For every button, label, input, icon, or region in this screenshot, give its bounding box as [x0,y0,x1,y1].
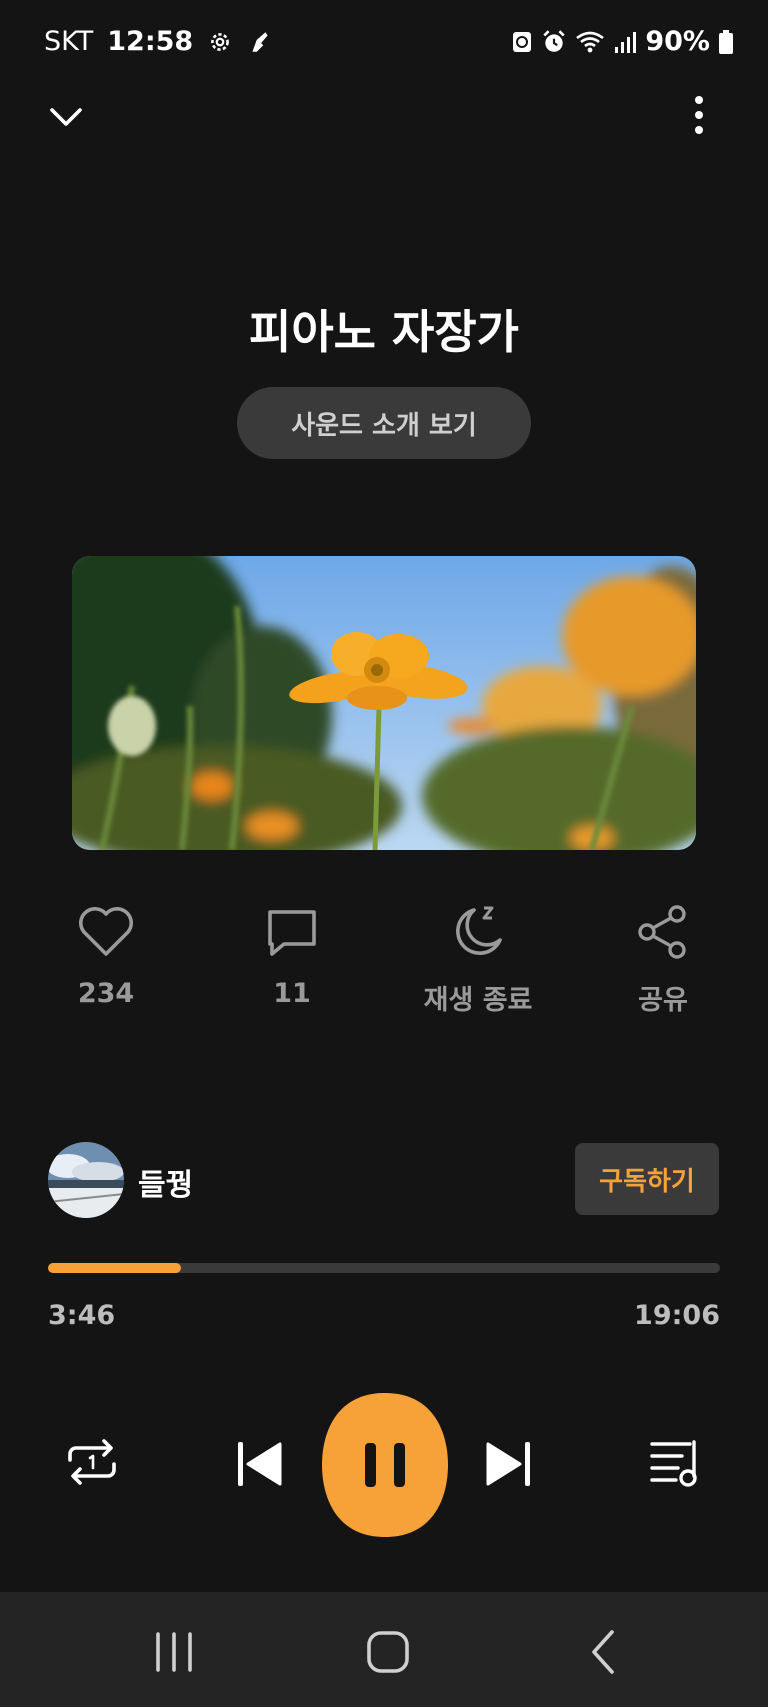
moon-sleep-icon [446,900,510,964]
next-track-icon[interactable] [484,1438,534,1490]
cover-artwork [72,556,696,850]
back-icon[interactable] [574,1622,634,1682]
alarm-icon [541,29,567,55]
subscribe-button[interactable]: 구독하기 [575,1143,719,1215]
status-bar: SKT 12:58 90% [0,0,768,90]
carrier-label: SKT [44,26,94,57]
battery-icon [718,29,734,55]
progress-fill [48,1263,182,1273]
creator-name[interactable]: 들꿩 [138,1160,193,1204]
signal-icon [613,29,637,55]
recent-apps-icon[interactable] [144,1622,204,1682]
playlist-icon[interactable] [648,1436,704,1492]
wifi-icon [575,29,605,55]
sleep-timer-button[interactable]: 재생 종료 [398,900,558,1017]
sleep-timer-label: 재생 종료 [423,985,533,1016]
elapsed-time: 3:46 [48,1300,116,1331]
share-label: 공유 [638,985,688,1016]
recycle-icon [511,29,533,55]
like-count: 234 [77,978,135,1009]
comment-count: 11 [273,978,311,1009]
app-notification-icon [247,29,273,55]
battery-percent: 90% [645,26,710,57]
comment-button[interactable]: 11 [212,900,372,1009]
share-button[interactable]: 공유 [583,900,743,1017]
settings-gear-icon [207,29,233,55]
heart-icon [74,900,138,964]
pause-button[interactable] [322,1393,448,1537]
home-icon[interactable] [358,1622,418,1682]
progress-bar[interactable] [48,1263,720,1273]
player-screen: SKT 12:58 90% 피아노 자장가 사운드 소개 보기 234 11 재… [0,0,768,1707]
clock: 12:58 [107,26,194,57]
system-nav-bar [0,1592,768,1707]
total-time: 19:06 [634,1300,720,1331]
creator-avatar[interactable] [48,1142,124,1218]
previous-track-icon[interactable] [234,1438,284,1490]
chevron-down-icon[interactable] [44,96,88,140]
track-title: 피아노 자장가 [249,305,519,359]
speech-bubble-icon [260,900,324,964]
share-icon [631,900,695,964]
repeat-one-icon[interactable] [64,1434,120,1490]
view-sound-intro-button[interactable]: 사운드 소개 보기 [237,387,531,459]
like-button[interactable]: 234 [26,900,186,1009]
action-row: 234 11 재생 종료 공유 [0,900,768,1020]
more-options-icon[interactable] [684,92,714,138]
